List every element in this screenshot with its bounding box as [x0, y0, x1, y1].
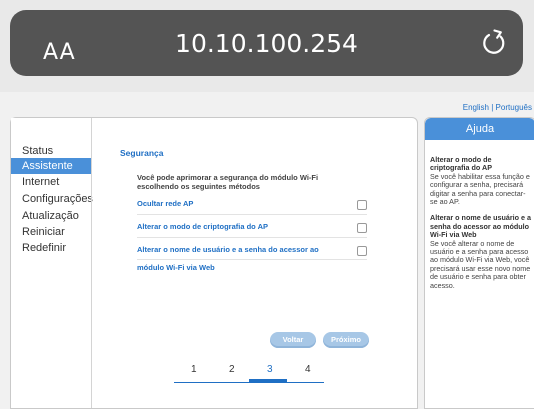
sidebar-item-reiniciar[interactable]: Reiniciar [11, 224, 91, 240]
option-encryption-label[interactable]: Alterar o modo de criptografia do AP [137, 221, 347, 233]
help-title: Ajuda [425, 118, 534, 140]
url-text[interactable]: 10.10.100.254 [10, 29, 523, 58]
help-heading: Alterar o nome de usuário e a senha do a… [430, 213, 532, 240]
step-indicator: 1 2 3 4 [174, 364, 324, 384]
encryption-checkbox[interactable] [357, 223, 367, 233]
sidebar-item-status[interactable]: Status [11, 143, 91, 159]
back-button[interactable]: Voltar [270, 332, 316, 348]
step-3[interactable]: 3 [267, 364, 273, 375]
option-credentials-label[interactable]: Alterar o nome de usuário e a senha do a… [137, 244, 347, 256]
credentials-checkbox[interactable] [357, 246, 367, 256]
option-hide-ap-label[interactable]: Ocultar rede AP [137, 198, 347, 210]
section-description: Você pode aprimorar a segurança do módul… [137, 173, 319, 191]
sidebar-item-atualizacao[interactable]: Atualização [11, 208, 91, 224]
sidebar: Status Assistente Internet Configurações… [11, 118, 93, 408]
help-heading: Alterar o modo de criptografia do AP [430, 155, 493, 173]
section-title: Segurança [120, 148, 164, 158]
step-4[interactable]: 4 [305, 364, 311, 375]
help-section: Alterar o modo de criptografia do AP Se … [430, 155, 532, 207]
browser-top-bar: AA 10.10.100.254 [0, 0, 534, 92]
help-panel: Ajuda Alterar o modo de criptografia do … [424, 117, 534, 409]
step-1[interactable]: 1 [191, 364, 197, 375]
sidebar-item-redefinir[interactable]: Redefinir [11, 240, 91, 256]
help-text: Se você habilitar essa função e configur… [430, 171, 530, 207]
option-credentials-label-line2[interactable]: módulo Wi-Fi via Web [137, 262, 347, 274]
divider [137, 237, 367, 238]
address-bar[interactable]: AA 10.10.100.254 [10, 10, 523, 76]
wizard-content: Segurança Você pode aprimorar a seguranç… [91, 118, 418, 408]
help-body: Alterar o modo de criptografia do AP Se … [430, 155, 532, 298]
sidebar-item-assistente[interactable]: Assistente [11, 158, 91, 174]
help-text: Se você alterar o nome de usuário e a se… [430, 238, 531, 290]
help-section: Alterar o nome de usuário e a senha do a… [430, 214, 532, 290]
divider [137, 259, 367, 260]
divider [137, 214, 367, 215]
hide-ap-checkbox[interactable] [357, 200, 367, 210]
language-links[interactable]: English | Português [463, 103, 532, 112]
next-button[interactable]: Próximo [323, 332, 369, 348]
reload-icon[interactable] [478, 26, 510, 58]
step-2[interactable]: 2 [229, 364, 235, 375]
sidebar-item-internet[interactable]: Internet [11, 174, 91, 190]
sidebar-item-configuracoes[interactable]: Configurações [11, 191, 93, 207]
current-step-marker [249, 379, 287, 383]
main-panel: Status Assistente Internet Configurações… [10, 117, 418, 409]
